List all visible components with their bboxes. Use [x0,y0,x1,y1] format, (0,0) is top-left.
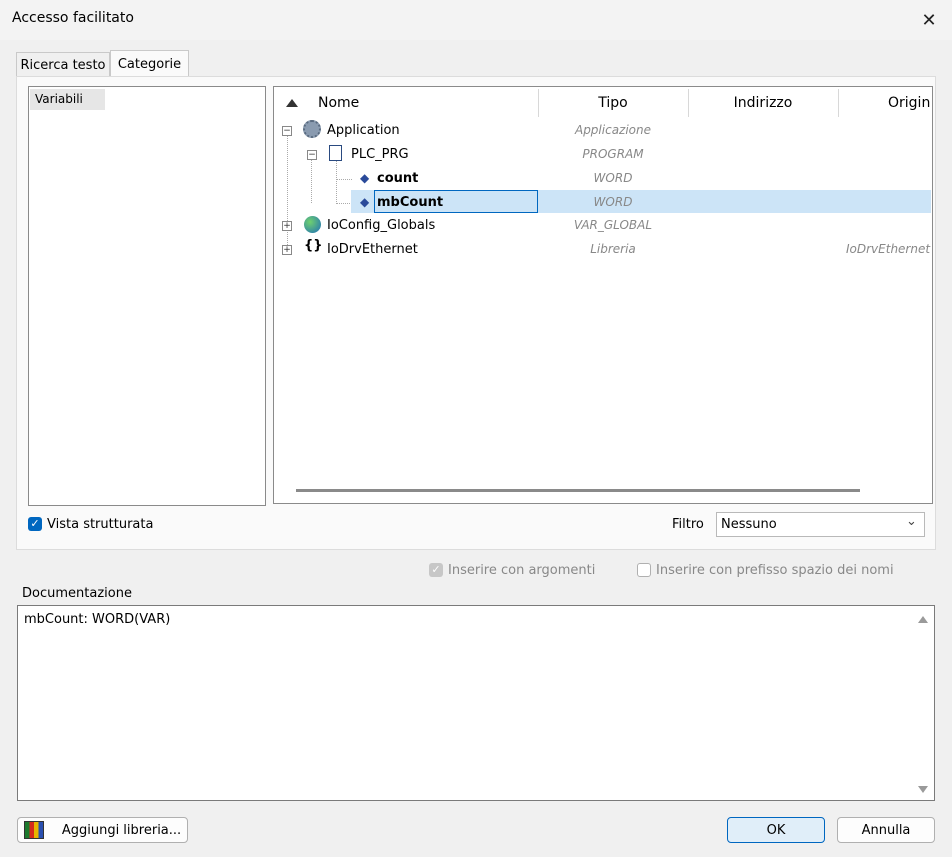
filter-value: Nessuno [721,517,777,532]
documentation-box[interactable]: mbCount: WORD(VAR) [17,605,935,801]
close-icon: ✕ [921,9,937,31]
tree-item-mbcount[interactable]: mbCount [377,191,443,214]
expand-icon[interactable]: + [282,245,292,255]
close-button[interactable]: ✕ [912,6,946,34]
add-library-label: Aggiungi libreria... [61,822,182,838]
column-header-tipo[interactable]: Tipo [538,87,688,119]
collapse-icon[interactable]: − [307,150,317,160]
vertical-scrollbar[interactable] [915,608,931,798]
category-item-variabili[interactable]: Variabili [30,89,105,110]
tree-item-plc-prg[interactable]: PLC_PRG [351,143,409,166]
program-icon [329,145,342,161]
variable-icon: ◆ [360,171,370,185]
ok-button[interactable]: OK [727,817,825,843]
checkmark-icon: ✓ [431,563,441,576]
symbol-tree[interactable]: Nome Tipo Indirizzo Origin − Application… [273,86,933,504]
tab-ricerca-testo[interactable]: Ricerca testo [16,52,110,77]
library-books-icon [23,821,44,839]
expand-icon[interactable]: + [282,221,292,231]
title-bar [0,0,952,40]
collapse-icon[interactable]: − [282,126,292,136]
window-title: Accesso facilitato [12,10,134,26]
add-library-button[interactable]: Aggiungi libreria... [17,817,188,843]
scroll-down-icon[interactable] [918,786,928,793]
column-header-indirizzo[interactable]: Indirizzo [688,87,838,119]
filter-label: Filtro [672,517,704,532]
type-cell: PROGRAM [582,147,644,161]
tree-line [287,135,288,249]
checkmark-icon: ✓ [30,517,40,530]
tree-item-count[interactable]: count [377,167,418,190]
chevron-down-icon: ⌄ [906,514,917,529]
type-cell: WORD [593,171,633,185]
tree-item-iodrvethernet[interactable]: IoDrvEthernet [327,238,418,261]
filter-select[interactable]: Nessuno [716,512,925,537]
cancel-button[interactable]: Annulla [837,817,935,843]
tree-line [336,179,352,180]
tree-item-ioconfig-globals[interactable]: IoConfig_Globals [327,214,435,237]
type-cell: Libreria [590,242,636,256]
type-cell: Applicazione [574,123,652,137]
type-cell: WORD [593,195,633,209]
sort-up-icon[interactable] [286,99,298,107]
scroll-up-icon[interactable] [918,616,928,623]
ok-label: OK [766,822,786,838]
insert-namespace-label: Inserire con prefisso spazio dei nomi [656,563,894,578]
structured-view-checkbox[interactable]: ✓ [28,517,42,531]
tree-line [336,161,337,204]
structured-view-label: Vista strutturata [47,517,154,532]
documentation-text: mbCount: WORD(VAR) [24,612,171,627]
horizontal-scrollbar[interactable] [296,489,860,492]
cancel-label: Annulla [861,822,911,838]
insert-args-label: Inserire con argomenti [448,563,596,578]
column-header-origin[interactable]: Origin [888,87,930,119]
column-divider[interactable] [838,89,839,117]
globe-icon [304,216,321,233]
tab-label: Ricerca testo [20,57,106,73]
category-list[interactable] [28,86,266,506]
origin-cell: IoDrvEthernet [846,242,931,256]
insert-args-checkbox[interactable]: ✓ [429,563,443,577]
documentation-label: Documentazione [22,586,132,601]
tree-line [336,203,352,204]
insert-namespace-checkbox[interactable] [637,563,651,577]
column-header-nome[interactable]: Nome [318,87,359,119]
variable-icon: ◆ [360,195,370,209]
tree-item-application[interactable]: Application [327,119,400,142]
tab-categorie[interactable]: Categorie [110,50,189,77]
tree-line [311,157,312,203]
gear-icon [303,120,321,138]
library-braces-icon: {} [304,238,323,253]
tab-label: Categorie [117,56,182,72]
type-cell: VAR_GLOBAL [573,218,653,232]
